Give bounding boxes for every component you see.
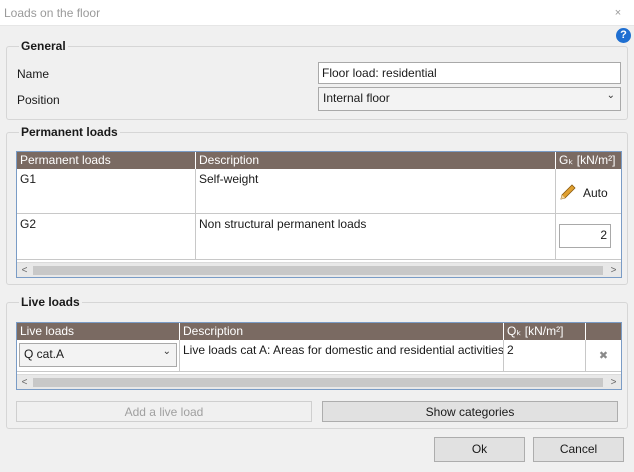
table-row-live-value[interactable]: 2 xyxy=(504,340,586,372)
title-bar: Loads on the floor × xyxy=(0,0,634,26)
column-header-live-loads[interactable]: Live loads xyxy=(17,323,180,340)
general-title: General xyxy=(19,39,68,53)
scroll-left-icon[interactable]: < xyxy=(17,263,32,277)
table-row-g2-name[interactable]: G2 xyxy=(17,214,196,260)
auto-value: Auto xyxy=(583,186,608,200)
column-header-gk[interactable]: Gₖ [kN/m²] xyxy=(556,152,621,169)
window-title: Loads on the floor xyxy=(4,6,101,20)
live-row-category-cell: Q cat.A ⌄ xyxy=(17,340,180,372)
column-header-live-description[interactable]: Description xyxy=(180,323,504,340)
column-header-qk[interactable]: Qₖ [kN/m²] xyxy=(504,323,586,340)
position-label: Position xyxy=(17,93,60,107)
table-row-live-description[interactable]: Live loads cat A: Areas for domestic and… xyxy=(180,340,504,372)
live-horizontal-scrollbar[interactable]: < > xyxy=(17,374,621,389)
delete-icon[interactable]: ✖ xyxy=(599,350,608,362)
scroll-right-icon[interactable]: > xyxy=(606,375,621,389)
permanent-loads-grid: Permanent loads Description Gₖ [kN/m²] G… xyxy=(16,151,622,278)
live-category-value: Q cat.A xyxy=(24,347,65,361)
live-category-select[interactable]: Q cat.A ⌄ xyxy=(19,343,177,367)
table-row-g1-description[interactable]: Self-weight xyxy=(196,169,556,214)
chevron-down-icon: ⌄ xyxy=(606,90,615,101)
add-live-load-button[interactable]: Add a live load xyxy=(16,401,312,422)
live-loads-title: Live loads xyxy=(19,295,82,309)
scroll-right-icon[interactable]: > xyxy=(606,263,621,277)
live-loads-grid: Live loads Description Qₖ [kN/m²] Q cat.… xyxy=(16,322,622,390)
ok-button[interactable]: Ok xyxy=(434,437,525,462)
position-value: Internal floor xyxy=(323,91,390,105)
show-categories-button[interactable]: Show categories xyxy=(322,401,618,422)
column-header-permanent-loads[interactable]: Permanent loads xyxy=(17,152,196,169)
help-icon[interactable]: ? xyxy=(616,28,631,43)
pencil-icon[interactable] xyxy=(559,183,577,201)
column-header-actions xyxy=(586,323,621,340)
permanent-loads-title: Permanent loads xyxy=(19,125,120,139)
horizontal-scrollbar[interactable]: < > xyxy=(17,262,621,277)
scrollbar-thumb[interactable] xyxy=(33,266,603,275)
gk-g2-input[interactable]: 2 xyxy=(559,224,611,248)
scrollbar-thumb[interactable] xyxy=(33,378,603,387)
name-input[interactable]: Floor load: residential xyxy=(318,62,621,84)
name-label: Name xyxy=(17,67,50,81)
close-icon[interactable]: × xyxy=(610,5,626,21)
position-select[interactable]: Internal floor ⌄ xyxy=(318,87,621,111)
table-row-g1-name[interactable]: G1 xyxy=(17,169,196,214)
table-row-g2-description[interactable]: Non structural permanent loads xyxy=(196,214,556,260)
chevron-down-icon: ⌄ xyxy=(162,346,171,357)
delete-row-cell: ✖ xyxy=(586,340,621,372)
column-header-description[interactable]: Description xyxy=(196,152,556,169)
table-row-g2-value-cell: 2 xyxy=(556,214,621,260)
cancel-button[interactable]: Cancel xyxy=(533,437,624,462)
scroll-left-icon[interactable]: < xyxy=(17,375,32,389)
table-row-g1-value[interactable]: Auto xyxy=(556,169,621,214)
